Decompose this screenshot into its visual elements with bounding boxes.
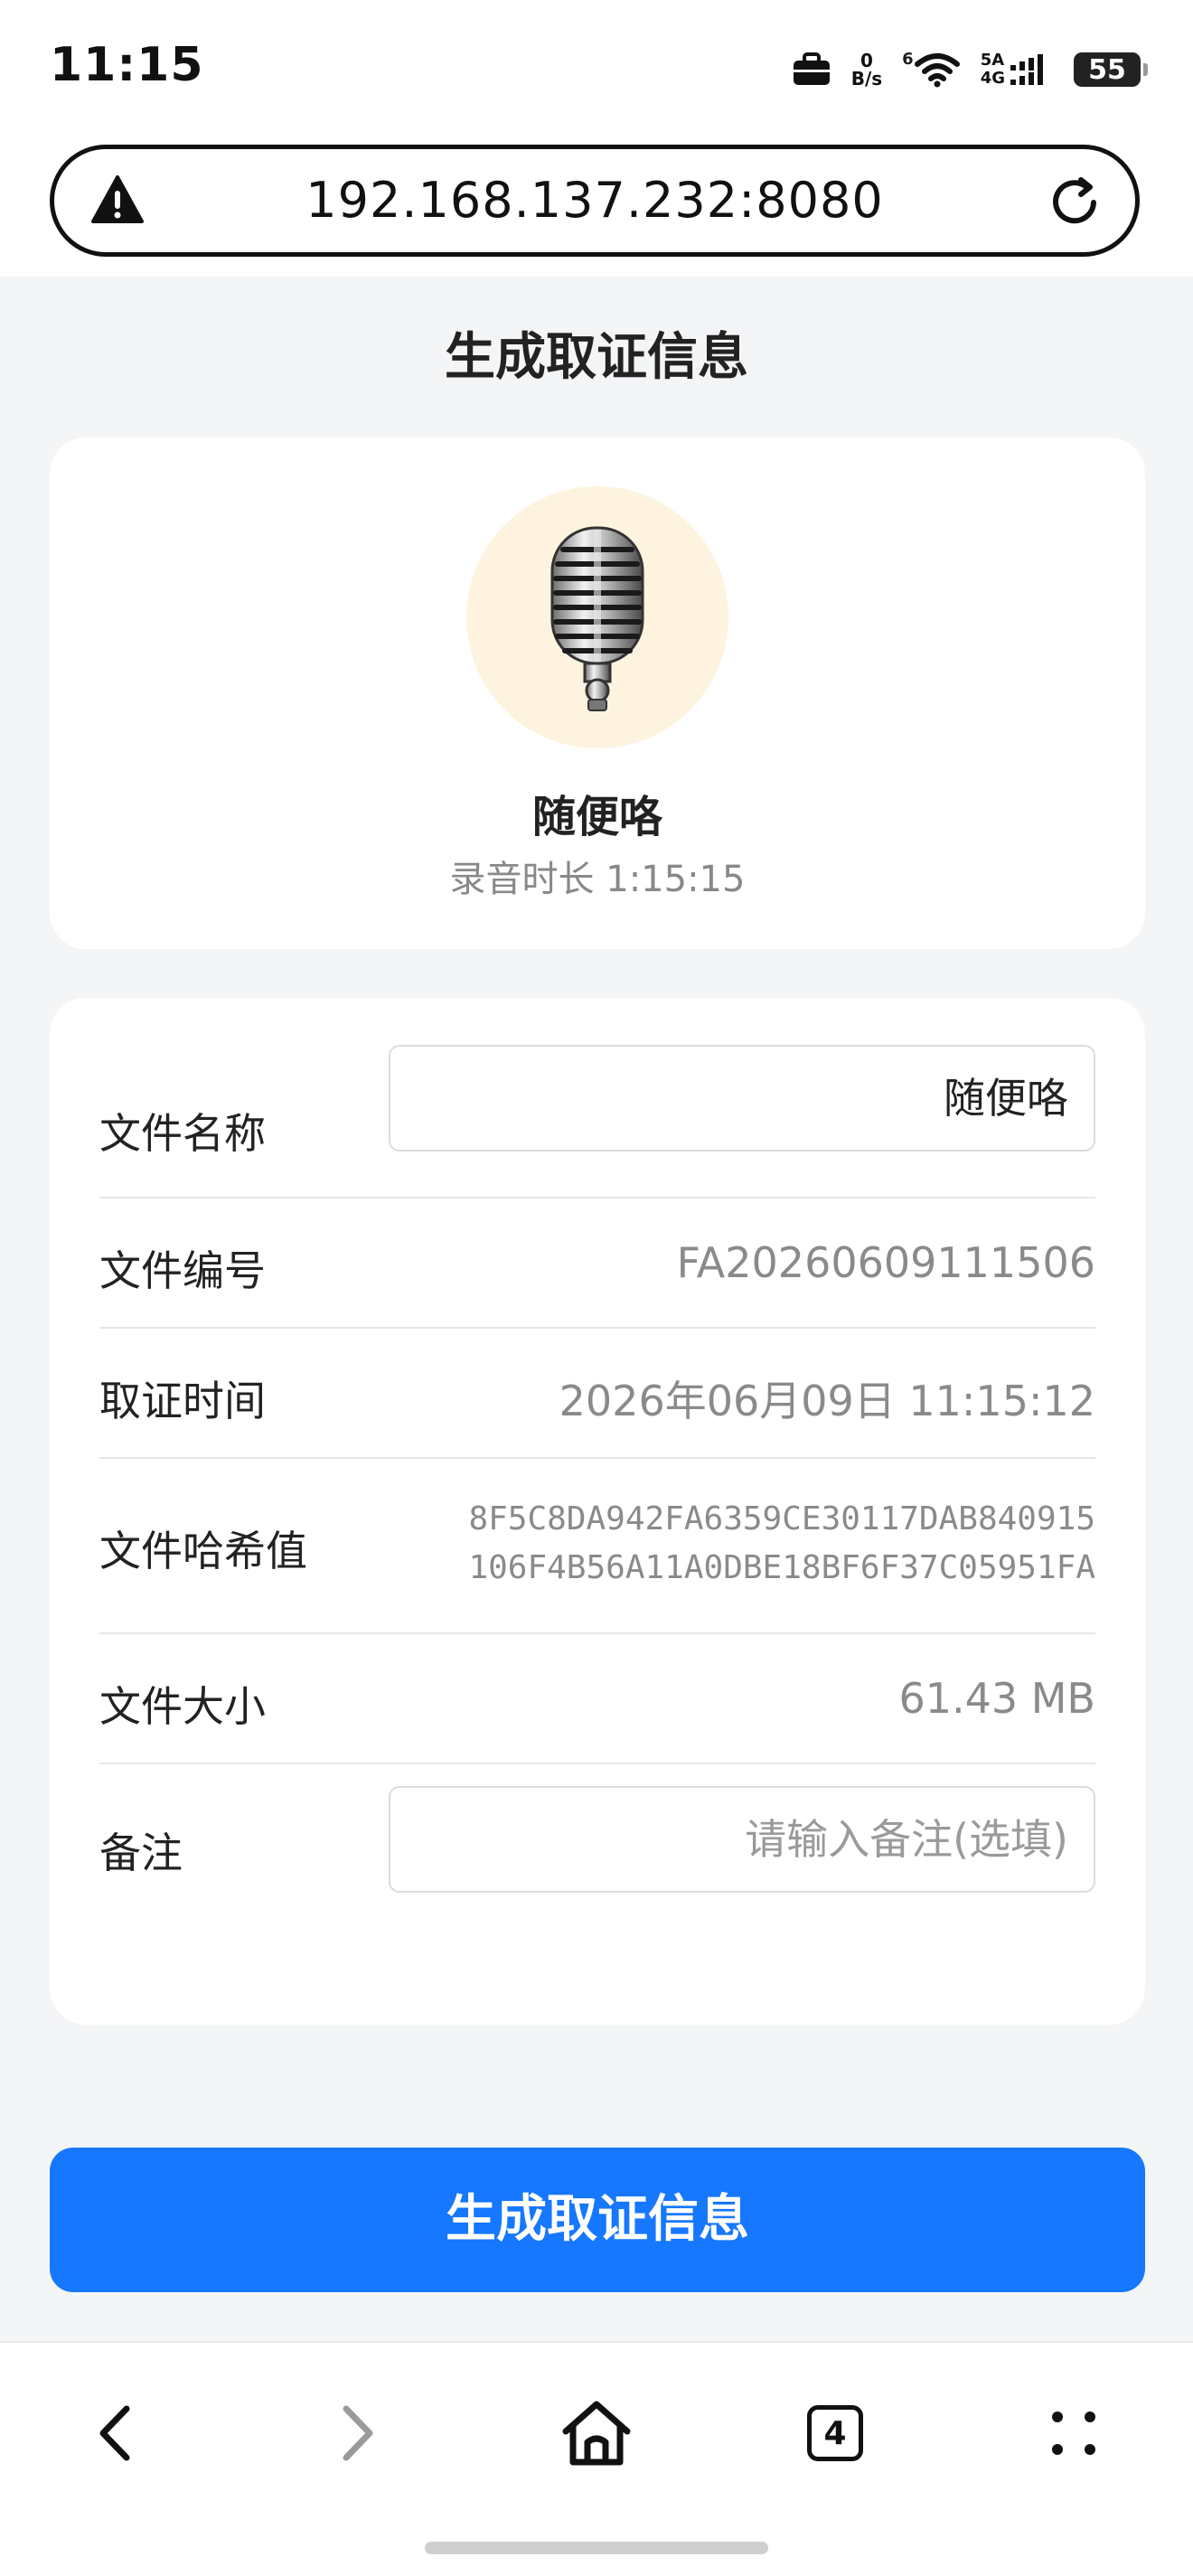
menu-button[interactable]	[1029, 2388, 1119, 2478]
home-button[interactable]	[551, 2388, 642, 2478]
file-hash-line1: 8F5C8DA942FA6359CE30117DAB840915	[468, 1500, 1095, 1537]
recording-card: 随便咯 录音时长 1:15:15	[50, 437, 1145, 949]
file-name-row: 文件名称 随便咯	[99, 1043, 1095, 1199]
forensic-time-row: 取证时间 2026年06月09日 11:15:12	[99, 1329, 1095, 1459]
file-size-label: 文件大小	[99, 1682, 266, 1731]
net-speed-value: 0	[860, 50, 873, 71]
details-card: 文件名称 随便咯 文件编号 FA20260609111506 取证时间 2026…	[50, 998, 1145, 2025]
signal-labels: 5A 4G	[980, 51, 1005, 88]
file-hash-label: 文件哈希值	[99, 1527, 307, 1575]
wifi-status: 6	[902, 52, 961, 88]
signal-icon	[1010, 54, 1043, 85]
remark-label: 备注	[99, 1829, 183, 1877]
url-text[interactable]: 192.168.137.232:8080	[54, 149, 1135, 252]
forward-icon	[343, 2405, 373, 2461]
briefcase-icon	[793, 52, 830, 85]
recording-duration: 录音时长 1:15:15	[449, 859, 746, 900]
status-bar: 11:15 0 B/s 6 5A 4G 55	[0, 0, 1193, 136]
file-number-row: 文件编号 FA20260609111506	[99, 1199, 1095, 1329]
file-hash-value: 8F5C8DA942FA6359CE30117DAB840915 106F4B5…	[468, 1495, 1095, 1593]
wifi-icon	[914, 53, 960, 88]
browser-bottom-bar: 4	[0, 2341, 1193, 2576]
back-icon	[99, 2405, 130, 2461]
file-hash-row: 文件哈希值 8F5C8DA942FA6359CE30117DAB840915 1…	[99, 1459, 1095, 1634]
net-speed-unit: B/s	[850, 68, 883, 89]
forward-button[interactable]	[312, 2388, 402, 2478]
wifi-badge: 6	[902, 50, 914, 69]
address-bar[interactable]: 192.168.137.232:8080	[50, 145, 1140, 257]
file-number-value: FA20260609111506	[676, 1238, 1095, 1287]
file-number-label: 文件编号	[99, 1246, 266, 1295]
home-indicator[interactable]	[425, 2542, 768, 2554]
generate-button[interactable]: 生成取证信息	[50, 2148, 1145, 2292]
status-icons: 0 B/s 6 5A 4G 55	[792, 47, 1148, 92]
recording-avatar	[466, 486, 728, 748]
page-title: 生成取证信息	[445, 328, 748, 387]
battery-icon: 55	[1074, 52, 1148, 87]
net-speed: 0 B/s	[851, 52, 882, 88]
tabs-button[interactable]: 4	[790, 2388, 880, 2478]
tabs-icon: 4	[807, 2405, 863, 2461]
remark-input[interactable]: 请输入备注(选填)	[389, 1786, 1095, 1893]
microphone-icon	[550, 526, 644, 711]
file-name-input[interactable]: 随便咯	[389, 1045, 1095, 1152]
file-size-value: 61.43 MB	[898, 1674, 1095, 1723]
reload-icon[interactable]	[1047, 174, 1103, 230]
browser-toolbar: 192.168.137.232:8080	[0, 136, 1193, 277]
forensic-time-label: 取证时间	[99, 1377, 266, 1425]
file-hash-line2: 106F4B56A11A0DBE18BF6F37C05951FA	[468, 1549, 1095, 1586]
recording-name: 随便咯	[531, 792, 662, 842]
home-icon	[562, 2401, 631, 2466]
file-size-row: 文件大小 61.43 MB	[99, 1634, 1095, 1764]
status-time: 11:15	[50, 38, 204, 92]
forensic-time-value: 2026年06月09日 11:15:12	[559, 1377, 1095, 1425]
menu-icon	[1052, 2411, 1095, 2455]
cell-signal: 5A 4G	[981, 52, 1054, 88]
remark-row: 备注 请输入备注(选填)	[99, 1764, 1095, 1920]
file-name-label: 文件名称	[99, 1109, 266, 1158]
back-button[interactable]	[70, 2388, 161, 2478]
